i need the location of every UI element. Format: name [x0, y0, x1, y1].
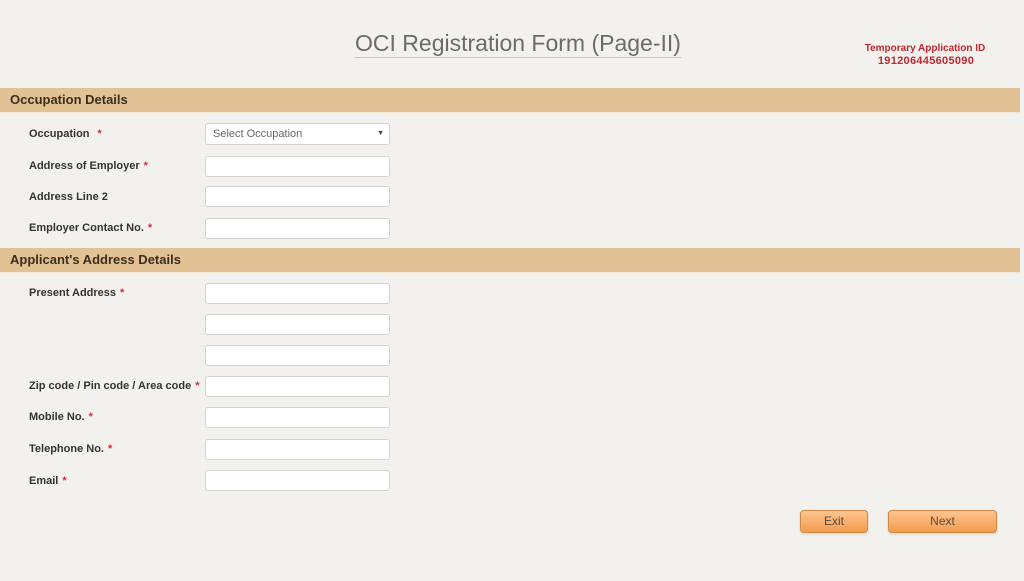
temp-id-value: 191206445605090 — [877, 55, 975, 67]
present-address-line1-input[interactable] — [205, 283, 390, 304]
email-label: Email * — [29, 475, 67, 487]
employer-address-label: Address of Employer * — [29, 160, 148, 172]
occupation-details-header: Occupation Details — [0, 88, 1020, 112]
next-button[interactable]: Next — [888, 510, 997, 533]
employer-contact-input[interactable] — [205, 218, 390, 239]
occupation-label: Occupation * — [29, 128, 102, 140]
email-input[interactable] — [205, 470, 390, 491]
required-marker: * — [62, 475, 67, 487]
address-details-header: Applicant's Address Details — [0, 248, 1020, 272]
mobile-label: Mobile No. * — [29, 411, 93, 423]
present-address-label: Present Address * — [29, 287, 125, 299]
required-marker: * — [120, 287, 125, 299]
address-line2-label: Address Line 2 — [29, 191, 108, 203]
zip-code-input[interactable] — [205, 376, 390, 397]
required-marker: * — [195, 380, 200, 392]
required-marker: * — [143, 160, 148, 172]
temporary-application-id: Temporary Application ID 191206445605090 — [850, 43, 1000, 67]
telephone-label: Telephone No. * — [29, 443, 113, 455]
present-address-line2-input[interactable] — [205, 314, 390, 335]
exit-button[interactable]: Exit — [800, 510, 868, 533]
present-address-line3-input[interactable] — [205, 345, 390, 366]
required-marker: * — [147, 222, 153, 234]
employer-address-input[interactable] — [205, 156, 390, 177]
occupation-select[interactable]: Select Occupation ▼ — [205, 123, 390, 145]
telephone-input[interactable] — [205, 439, 390, 460]
required-marker: * — [107, 443, 113, 455]
required-marker: * — [97, 128, 102, 140]
address-line2-input[interactable] — [205, 186, 390, 207]
temp-id-label: Temporary Application ID — [864, 43, 986, 54]
zip-code-label: Zip code / Pin code / Area code * — [29, 380, 200, 392]
required-marker: * — [88, 411, 93, 423]
caret-down-icon: ▼ — [377, 130, 384, 137]
mobile-input[interactable] — [205, 407, 390, 428]
employer-contact-label: Employer Contact No. * — [29, 222, 153, 234]
